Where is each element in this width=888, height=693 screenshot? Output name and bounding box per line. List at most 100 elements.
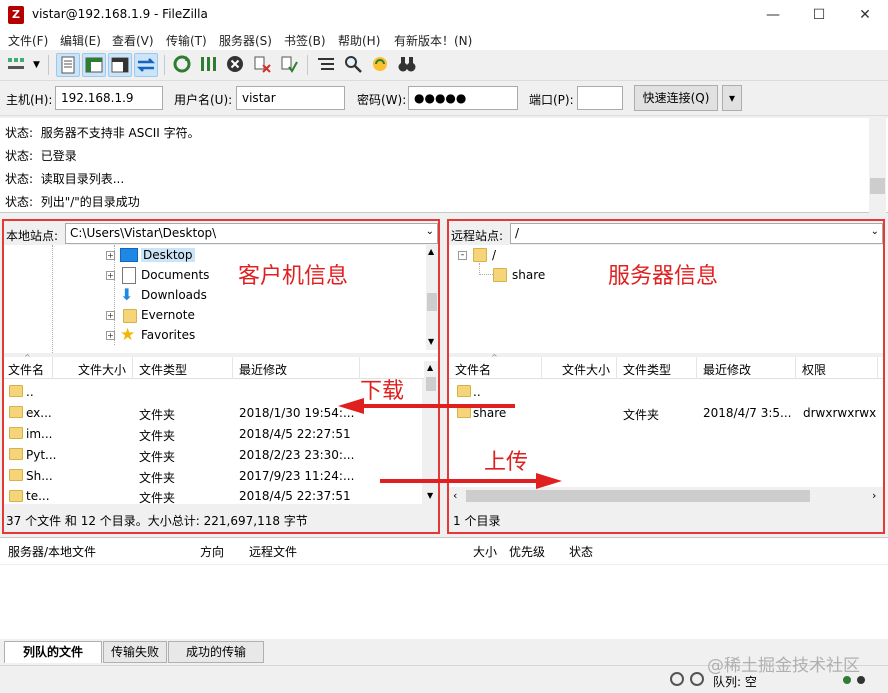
col-remote-file[interactable]: 远程文件	[249, 543, 297, 560]
reconnect-icon[interactable]	[278, 53, 302, 77]
username-label: 用户名(U):	[174, 93, 233, 107]
password-input[interactable]	[408, 86, 518, 110]
refresh-icon[interactable]	[171, 53, 195, 77]
collapse-icon[interactable]: -	[458, 251, 467, 260]
directory-filter-icon[interactable]	[315, 53, 339, 77]
remote-path-value: /	[515, 226, 520, 240]
folder-icon	[9, 385, 23, 397]
tree-item-share[interactable]: share	[512, 268, 545, 282]
folder-icon	[9, 490, 23, 502]
menu-file[interactable]: 文件(F)	[8, 32, 48, 49]
log-line: 状态: 已登录	[5, 149, 77, 163]
toggle-local-tree-icon[interactable]	[82, 53, 106, 77]
tree-item-root[interactable]: /	[492, 248, 496, 262]
tab-successful-transfers[interactable]: 成功的传输	[168, 641, 264, 663]
expand-icon[interactable]: +	[106, 251, 115, 260]
log-scrollbar[interactable]	[869, 118, 886, 213]
expand-icon[interactable]: +	[106, 271, 115, 280]
tab-failed-transfers[interactable]: 传输失败	[103, 641, 167, 663]
toggle-queue-icon[interactable]	[134, 53, 158, 77]
col-status[interactable]: 状态	[569, 543, 593, 560]
chevron-down-icon[interactable]: ▼	[33, 60, 40, 70]
menu-bookmarks[interactable]: 书签(B)	[284, 32, 326, 49]
col-filetype[interactable]: 文件类型	[623, 361, 671, 378]
gear-icon[interactable]	[670, 672, 684, 686]
remote-path-input[interactable]: / ⌄	[510, 223, 883, 244]
file-name: im...	[26, 427, 53, 441]
col-filesize[interactable]: 文件大小	[78, 361, 126, 378]
col-size[interactable]: 大小	[473, 543, 497, 560]
search-icon[interactable]	[342, 53, 366, 77]
minimize-button[interactable]: —	[750, 0, 796, 30]
col-priority[interactable]: 优先级	[509, 543, 545, 560]
chevron-down-icon[interactable]: ⌄	[426, 226, 434, 237]
column-separator[interactable]	[877, 357, 878, 379]
host-input[interactable]	[55, 86, 163, 110]
scroll-left-icon[interactable]: ‹	[453, 489, 457, 502]
expand-icon[interactable]: +	[106, 331, 115, 340]
scroll-down-icon[interactable]: ▼	[428, 337, 434, 346]
local-tree-scrollbar[interactable]: ▲ ▼	[426, 245, 438, 350]
toggle-log-icon[interactable]	[56, 53, 80, 77]
col-filename[interactable]: 文件名	[8, 361, 44, 378]
tree-item-favorites[interactable]: Favorites	[141, 328, 195, 342]
tab-queued-files[interactable]: 列队的文件	[4, 641, 102, 663]
scroll-thumb[interactable]	[466, 490, 810, 502]
scroll-right-icon[interactable]: ›	[872, 489, 876, 502]
expand-icon[interactable]: +	[106, 311, 115, 320]
quickconnect-bar: 主机(H): 用户名(U): 密码(W): 端口(P): 快速连接(Q) ▾	[0, 80, 888, 116]
column-separator[interactable]	[232, 357, 233, 379]
column-separator[interactable]	[795, 357, 796, 379]
port-label: 端口(P):	[529, 93, 574, 107]
username-input[interactable]	[236, 86, 345, 110]
document-icon	[122, 267, 136, 284]
maximize-button[interactable]: ☐	[796, 0, 842, 30]
menu-transfer[interactable]: 传输(T)	[166, 32, 207, 49]
menu-edit[interactable]: 编辑(E)	[60, 32, 101, 49]
toggle-remote-tree-icon[interactable]	[108, 53, 132, 77]
tree-item-desktop[interactable]: Desktop	[141, 248, 195, 262]
scroll-down-icon[interactable]: ▼	[427, 491, 433, 500]
remote-hscrollbar[interactable]: ‹ ›	[449, 488, 883, 504]
column-separator[interactable]	[616, 357, 617, 379]
tree-item-documents[interactable]: Documents	[141, 268, 209, 282]
column-separator[interactable]	[52, 357, 53, 379]
window-title: vistar@192.168.1.9 - FileZilla	[32, 7, 208, 21]
close-button[interactable]: ✕	[842, 0, 888, 30]
folder-icon	[493, 268, 507, 282]
scroll-up-icon[interactable]: ▲	[428, 247, 434, 256]
quickconnect-button[interactable]: 快速连接(Q)	[634, 85, 718, 111]
site-manager-icon[interactable]	[5, 53, 29, 77]
chevron-down-icon[interactable]: ⌄	[871, 226, 879, 237]
toolbar-separator	[48, 55, 49, 75]
col-modified[interactable]: 最近修改	[703, 361, 751, 378]
disconnect-icon[interactable]	[251, 53, 275, 77]
file-type: 文件夹	[139, 450, 176, 464]
sync-browse-icon[interactable]	[369, 53, 393, 77]
port-input[interactable]	[577, 86, 623, 110]
binoculars-icon[interactable]	[396, 53, 420, 77]
folder-icon	[123, 309, 137, 323]
column-separator[interactable]	[132, 357, 133, 379]
col-direction[interactable]: 方向	[200, 543, 224, 560]
desktop-icon	[120, 248, 138, 262]
menu-new-version[interactable]: 有新版本！(N)	[394, 32, 472, 49]
quickconnect-dropdown-button[interactable]: ▾	[722, 85, 742, 111]
menu-view[interactable]: 查看(V)	[112, 32, 154, 49]
menu-server[interactable]: 服务器(S)	[219, 32, 272, 49]
speed-limit-icon[interactable]	[690, 672, 704, 686]
column-separator[interactable]	[696, 357, 697, 379]
message-log: 状态: 服务器不支持非 ASCII 字符。 状态: 已登录 状态: 读取目录列表…	[0, 118, 888, 213]
col-server-local-file[interactable]: 服务器/本地文件	[8, 543, 96, 560]
process-queue-icon[interactable]	[197, 53, 221, 77]
cancel-icon[interactable]	[224, 53, 248, 77]
scroll-thumb[interactable]	[870, 178, 885, 194]
local-path-input[interactable]: C:\Users\Vistar\Desktop\ ⌄	[65, 223, 438, 244]
scroll-thumb[interactable]	[427, 293, 437, 311]
col-modified[interactable]: 最近修改	[239, 361, 287, 378]
col-permissions[interactable]: 权限	[802, 361, 826, 378]
menu-help[interactable]: 帮助(H)	[338, 32, 380, 49]
tree-item-downloads[interactable]: Downloads	[141, 288, 207, 302]
tree-item-evernote[interactable]: Evernote	[141, 308, 195, 322]
col-filetype[interactable]: 文件类型	[139, 361, 187, 378]
